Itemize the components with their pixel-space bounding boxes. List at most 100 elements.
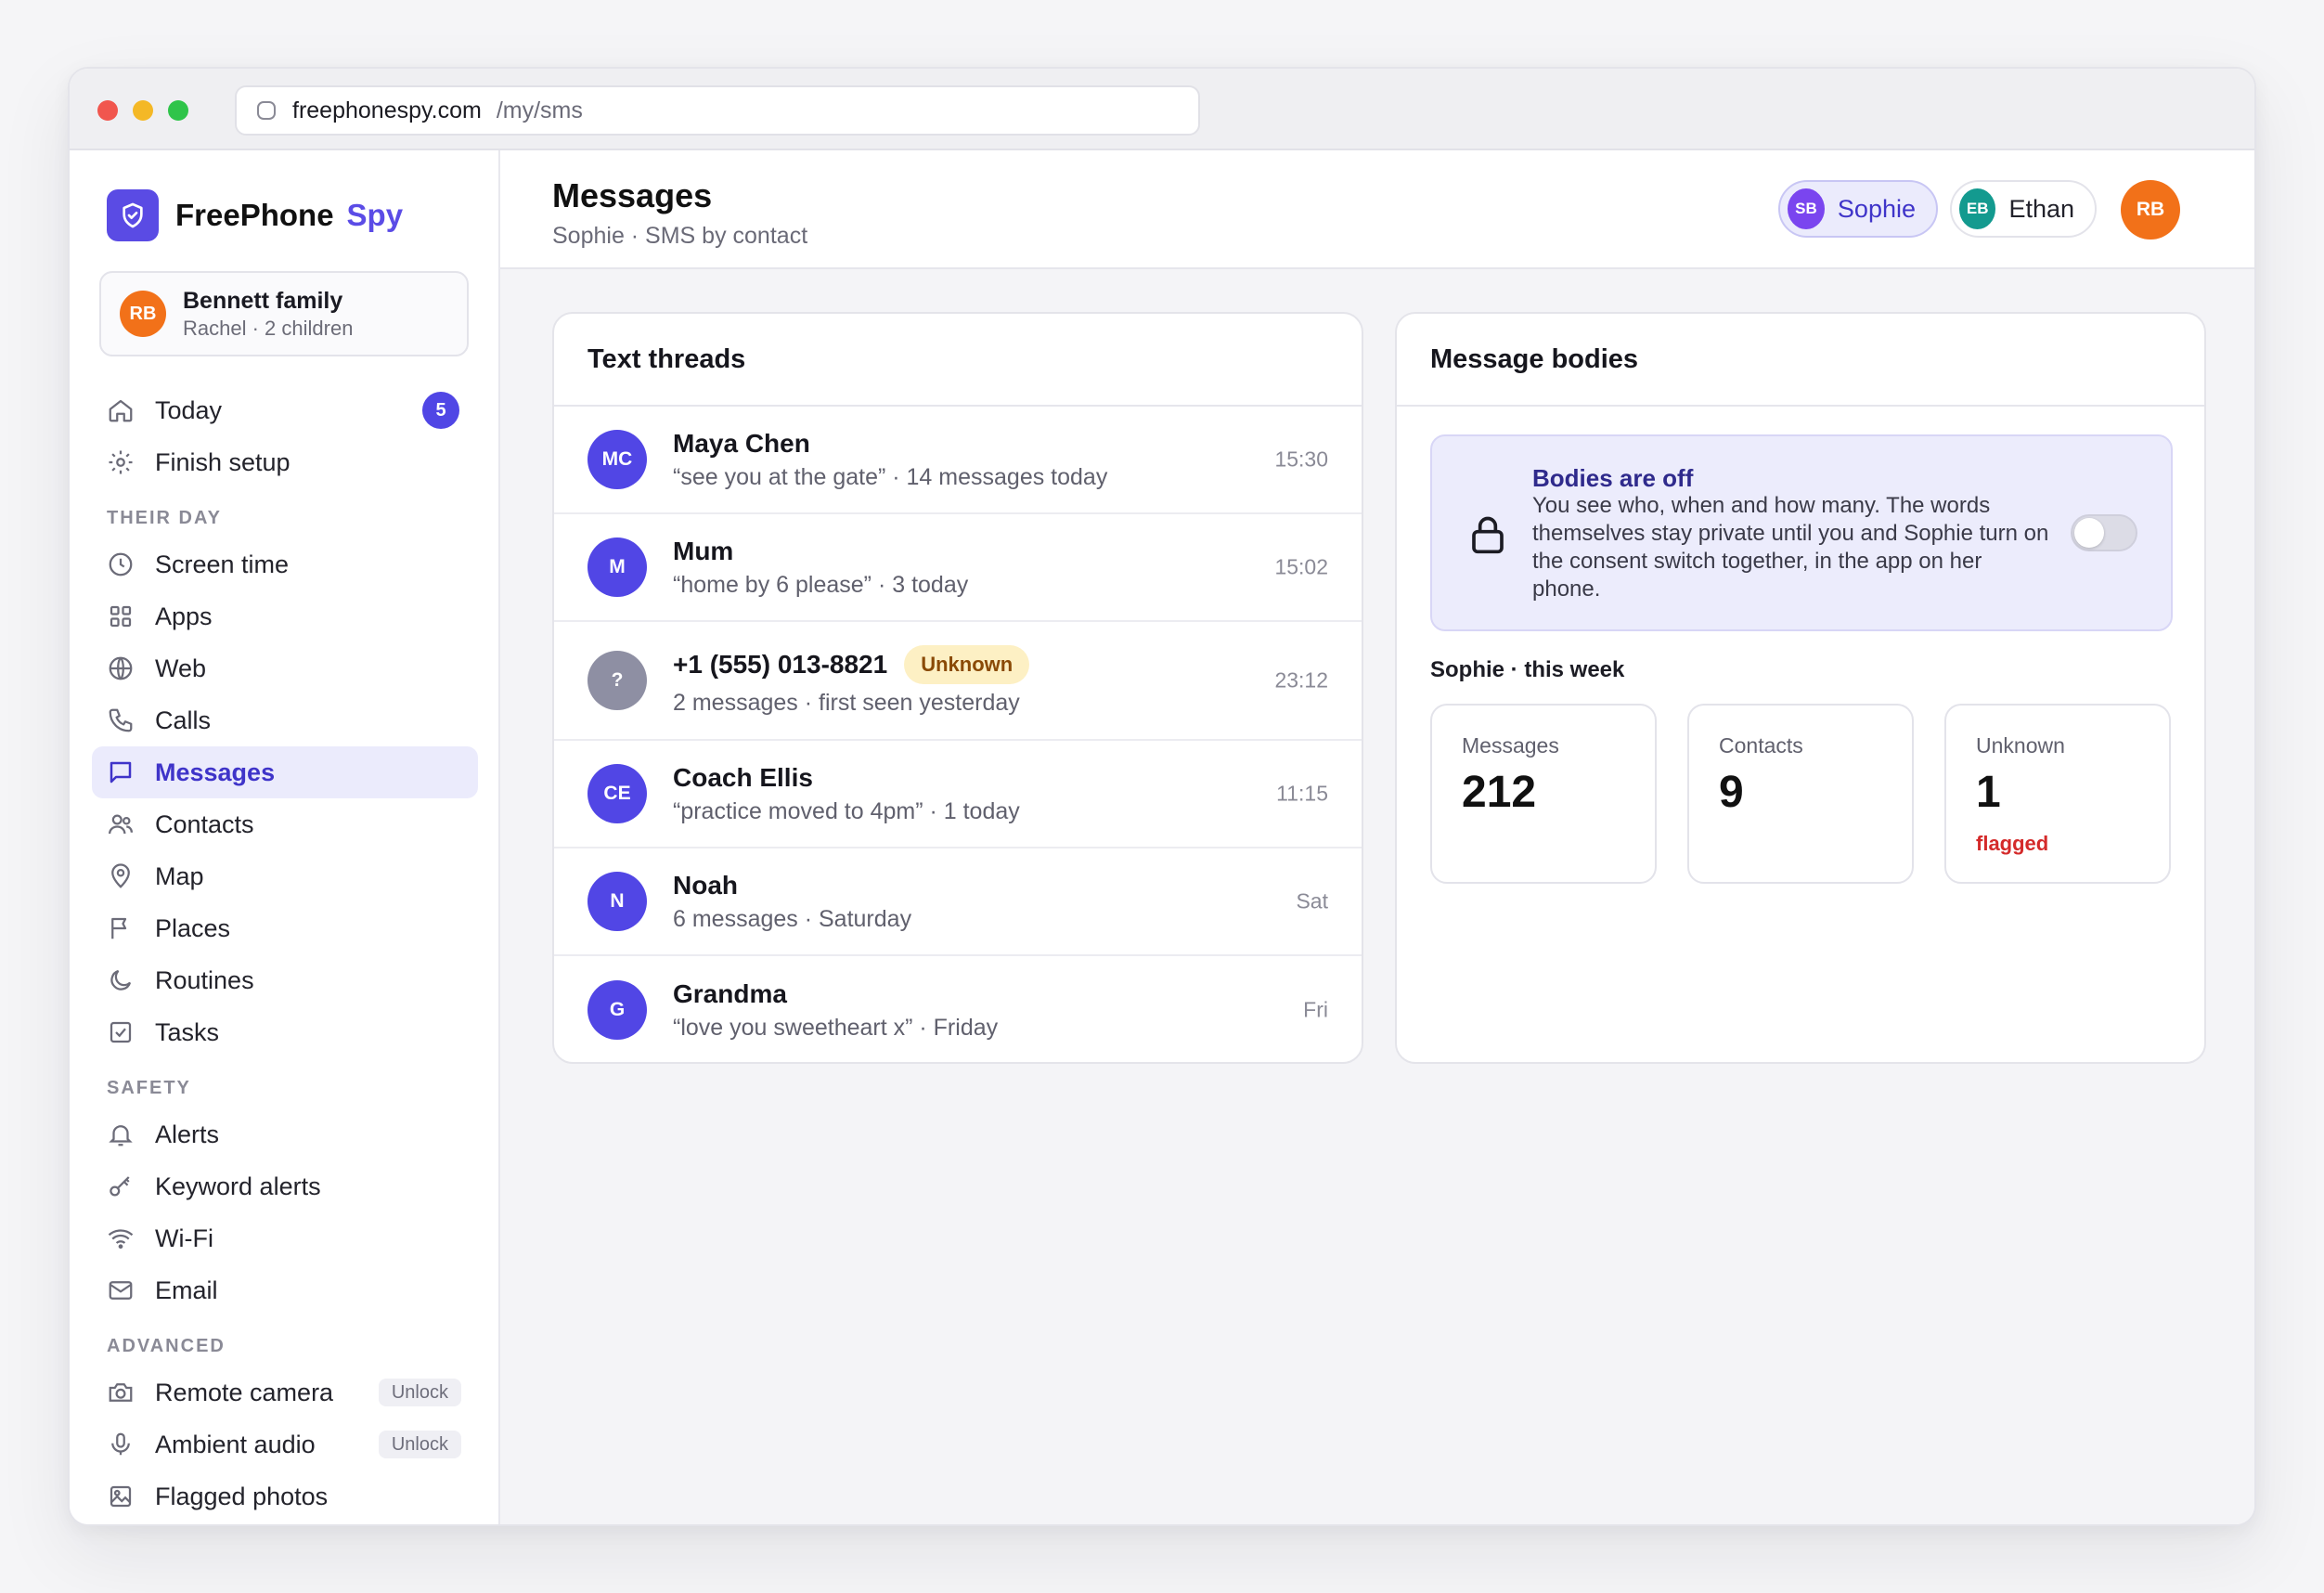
thread-row[interactable]: M Mum “home by 6 please” · 3 today 15:02: [554, 514, 1362, 622]
thread-preview: “see you at the gate” · 14 messages toda…: [673, 463, 1108, 490]
brand-name: FreePhone: [175, 198, 334, 232]
thread-row[interactable]: MC Maya Chen “see you at the gate” · 14 …: [554, 407, 1362, 514]
child-name: Ethan: [2008, 194, 2074, 223]
home-icon: [107, 396, 135, 424]
address-bar[interactable]: freephonespy.com /my/sms: [235, 85, 1200, 136]
text-threads-card: Text threads MC Maya Chen “see you at th…: [552, 312, 1363, 1064]
sidebar-item-messages[interactable]: Messages: [92, 746, 478, 798]
thread-time: 11:15: [1276, 781, 1328, 806]
sidebar-item-label: Web: [155, 654, 207, 682]
sidebar-nav: Today 5 Finish setup THEIR DAY Screen ti…: [92, 384, 478, 1522]
sidebar-item-apps[interactable]: Apps: [92, 590, 478, 642]
clock-icon: [107, 550, 135, 578]
sidebar-item-flagged-photos[interactable]: Flagged photos: [92, 1470, 478, 1522]
thread-preview: “home by 6 please” · 3 today: [673, 571, 969, 598]
child-switch-ethan[interactable]: EB Ethan: [1950, 180, 2097, 238]
card-title: Message bodies: [1397, 314, 2204, 407]
chat-icon: [107, 758, 135, 786]
phone-icon: [107, 706, 135, 734]
sidebar-item-wifi[interactable]: Wi-Fi: [92, 1212, 478, 1264]
account-avatar[interactable]: RB: [2121, 180, 2180, 240]
brand[interactable]: FreePhone Spy: [107, 189, 403, 241]
sidebar-item-routines[interactable]: Routines: [92, 954, 478, 1006]
sidebar-item-keyword-alerts[interactable]: Keyword alerts: [92, 1160, 478, 1212]
child-switch-sophie[interactable]: SB Sophie: [1778, 180, 1938, 238]
contact-name: Grandma: [673, 978, 787, 1008]
sidebar-item-today[interactable]: Today 5: [92, 384, 478, 436]
thread-preview: “practice moved to 4pm” · 1 today: [673, 797, 1020, 824]
wifi-icon: [107, 1224, 135, 1252]
sidebar-item-places[interactable]: Places: [92, 902, 478, 954]
sidebar-item-email[interactable]: Email: [92, 1264, 478, 1316]
family-switcher[interactable]: RB Bennett family Rachel · 2 children: [99, 271, 469, 356]
sidebar-item-label: Calls: [155, 706, 212, 734]
sidebar-item-label: Contacts: [155, 809, 254, 838]
sidebar-item-label: Flagged photos: [155, 1482, 329, 1510]
bell-icon: [107, 1120, 135, 1148]
site-info-icon: [257, 101, 276, 120]
main-content: Messages Sophie · SMS by contact SB Soph…: [500, 150, 2254, 1524]
unlock-pill[interactable]: Unlock: [378, 1379, 461, 1406]
flag-icon: [107, 914, 135, 942]
thread-row[interactable]: ? +1 (555) 013-8821 Unknown 2 messages ·…: [554, 622, 1362, 741]
sidebar-item-calls[interactable]: Calls: [92, 694, 478, 746]
contact-avatar: CE: [587, 764, 647, 823]
sidebar-item-map[interactable]: Map: [92, 850, 478, 902]
contact-avatar: M: [587, 537, 647, 597]
sidebar-item-label: Keyword alerts: [155, 1172, 321, 1200]
pin-icon: [107, 862, 135, 890]
bodies-consent-toggle[interactable]: [2071, 514, 2137, 551]
child-avatar: SB: [1788, 188, 1825, 229]
brand-accent: Spy: [346, 198, 404, 232]
sidebar-item-label: Messages: [155, 758, 276, 786]
sidebar-item-label: Alerts: [155, 1120, 220, 1148]
sidebar-item-screen-time[interactable]: Screen time: [92, 538, 478, 590]
thread-time: Sat: [1296, 888, 1328, 913]
sidebar-item-finish-setup[interactable]: Finish setup: [92, 436, 478, 488]
users-icon: [107, 810, 135, 838]
thread-row[interactable]: CE Coach Ellis “practice moved to 4pm” ·…: [554, 741, 1362, 848]
stat-label: Unknown: [1976, 733, 2065, 758]
sidebar-item-label: Places: [155, 913, 231, 942]
stat-value: 212: [1462, 768, 1537, 817]
sidebar-item-ambient-audio[interactable]: Ambient audio Unlock: [92, 1418, 478, 1470]
contact-avatar: G: [587, 980, 647, 1040]
stat-card-contacts: Contacts 9: [1687, 704, 1914, 884]
page-subtitle: Sophie · SMS by contact: [552, 223, 808, 249]
contact-name: Coach Ellis: [673, 762, 813, 792]
contact-name: Mum: [673, 536, 734, 565]
shield-logo-icon: [107, 189, 159, 241]
contact-avatar: MC: [587, 430, 647, 489]
message-bodies-card: Message bodies Bodies are off You see wh…: [1395, 312, 2206, 1064]
close-window-button[interactable]: [97, 100, 118, 121]
sidebar-item-label: Finish setup: [155, 447, 290, 476]
unlock-pill[interactable]: Unlock: [378, 1431, 461, 1458]
moon-icon: [107, 966, 135, 994]
minimize-window-button[interactable]: [133, 100, 153, 121]
stat-card-unknown[interactable]: Unknown 1 flagged: [1944, 704, 2171, 884]
camera-icon: [107, 1379, 135, 1406]
sidebar-item-label: Email: [155, 1276, 218, 1304]
globe-icon: [107, 654, 135, 682]
lock-icon: [1472, 516, 1504, 554]
thread-time: 23:12: [1274, 667, 1328, 693]
sidebar-item-label: Wi-Fi: [155, 1224, 213, 1252]
sidebar-item-label: Tasks: [155, 1017, 220, 1046]
sidebar-item-alerts[interactable]: Alerts: [92, 1108, 478, 1160]
thread-row[interactable]: G Grandma “love you sweetheart x” · Frid…: [554, 956, 1362, 1062]
sidebar-item-web[interactable]: Web: [92, 642, 478, 694]
maximize-window-button[interactable]: [168, 100, 188, 121]
sidebar-item-contacts[interactable]: Contacts: [92, 798, 478, 850]
thread-preview: 6 messages · Saturday: [673, 905, 912, 932]
gear-icon: [107, 448, 135, 476]
thread-row[interactable]: N Noah 6 messages · Saturday Sat: [554, 848, 1362, 956]
sidebar: FreePhone Spy RB Bennett family Rachel ·…: [70, 150, 500, 1524]
week-summary-label: Sophie · this week: [1430, 657, 1625, 682]
sidebar-item-label: Today: [155, 395, 223, 424]
sidebar-item-label: Apps: [155, 602, 213, 630]
sidebar-item-remote-camera[interactable]: Remote camera Unlock: [92, 1366, 478, 1418]
sidebar-item-label: Routines: [155, 965, 254, 994]
sidebar-item-tasks[interactable]: Tasks: [92, 1006, 478, 1058]
section-heading-advanced: ADVANCED: [107, 1336, 226, 1356]
mail-icon: [107, 1276, 135, 1304]
